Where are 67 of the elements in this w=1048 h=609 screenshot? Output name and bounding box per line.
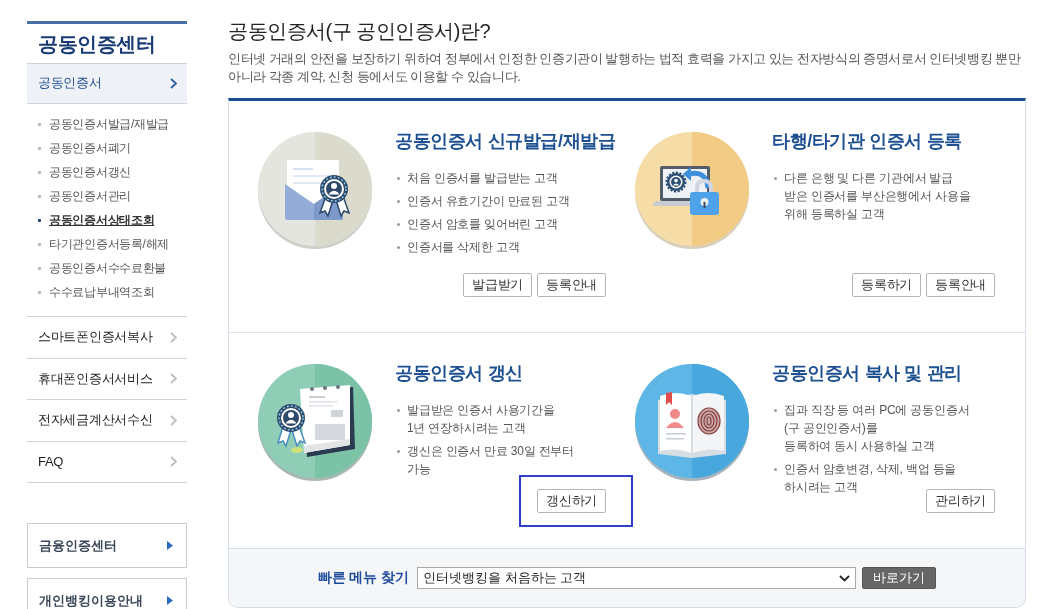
service-description: 갱신은 인증서 만료 30일 전부터 가능	[407, 443, 575, 478]
bullet-icon	[38, 290, 41, 294]
chevron-icon	[170, 77, 177, 89]
quick-menu-label: 빠른 메뉴 찾기	[317, 569, 410, 587]
action-button[interactable]: 등록안내	[926, 273, 995, 297]
open-book-icon	[634, 364, 750, 482]
service-title: 공동인증서 갱신	[395, 362, 523, 385]
chevron-icon	[839, 574, 851, 582]
bullet-icon	[38, 266, 41, 270]
bullet-icon	[774, 177, 777, 180]
go-button[interactable]: 바로가기	[862, 567, 937, 589]
sidebar-submenu-link[interactable]: 공동인증서수수료환불	[27, 259, 166, 277]
service-description: 처음 인증서를 발급받는 고객	[407, 170, 558, 187]
service-description: 인증서 암호를 잊어버린 고객	[407, 216, 558, 233]
action-button[interactable]: 갱신하기	[537, 489, 606, 513]
calendar-badge-icon	[257, 364, 373, 482]
service-title: 공동인증서 복사 및 관리	[772, 362, 962, 385]
shortcut-link[interactable]: 개인뱅킹이용안내	[27, 578, 187, 609]
bullet-icon	[38, 170, 41, 174]
service-description: 인증서를 삭제한 고객	[407, 239, 520, 256]
service-title: 타행/타기관 인증서 등록	[772, 130, 962, 153]
sidebar-submenu-link[interactable]: 공동인증서폐기	[27, 139, 131, 157]
action-button[interactable]: 관리하기	[926, 489, 995, 513]
service-description: 집과 직장 등 여러 PC에 공동인증서 (구 공인인증서)를 등록하여 동시 사용하실 고객	[784, 402, 970, 455]
page-description: 인터넷 거래의 안전을 보장하기 위하여 정부에서 인정한 인증기관이 발행하는 법적 효력을 가지고 있는 전자방식의 증명서로서 인터넷뱅킹 뿐만 아니라 각종 계약, 신청 등에서도 이용할 수 있습니다.	[228, 51, 1022, 86]
laptop-lock-icon	[634, 132, 750, 250]
bullet-icon	[774, 409, 777, 412]
sidebar-menu-item[interactable]: FAQ	[27, 441, 187, 483]
service-description: 인증서 유효기간이 만료된 고객	[407, 193, 570, 210]
bullet-icon	[774, 468, 777, 471]
chevron-icon	[170, 414, 177, 426]
bullet-icon	[38, 122, 41, 126]
bullet-icon	[397, 246, 400, 249]
sidebar-menu-item[interactable]: 공동인증서	[27, 63, 187, 105]
action-button[interactable]: 발급받기	[463, 273, 533, 297]
action-button[interactable]: 등록안내	[537, 273, 606, 297]
sidebar-menu-item[interactable]: 스마트폰인증서복사	[27, 317, 187, 359]
chevron-icon	[170, 331, 177, 343]
bullet-icon	[397, 223, 400, 226]
triangle-icon	[167, 596, 173, 605]
envelope-badge-icon	[257, 132, 373, 250]
service-description: 다른 은행 및 다른 기관에서 발급 받은 인증서를 부산은행에서 사용을 위해 등록하실 고객	[784, 170, 971, 223]
sidebar-submenu-link[interactable]: 수수료납부내역조회	[27, 283, 155, 301]
quick-menu-select[interactable]: 인터넷뱅킹을 처음하는 고객	[417, 567, 857, 589]
sidebar-menu-item[interactable]: 휴대폰인증서서비스	[27, 358, 187, 401]
shortcut-link[interactable]: 금융인증센터	[27, 523, 187, 568]
chevron-icon	[170, 373, 177, 385]
triangle-icon	[167, 541, 173, 550]
sidebar-submenu-link[interactable]: 공동인증서갱신	[27, 163, 131, 181]
bullet-icon	[38, 242, 41, 246]
sidebar-submenu-link[interactable]: 공동인증서상태조회	[27, 211, 155, 229]
chevron-icon	[170, 456, 177, 468]
bullet-icon	[397, 409, 400, 412]
action-button[interactable]: 등록하기	[852, 273, 922, 297]
sidebar-submenu-link[interactable]: 공동인증서발급/재발급	[27, 115, 170, 133]
service-title: 공동인증서 신규발급/재발급	[395, 130, 616, 153]
bullet-icon	[397, 177, 400, 180]
bullet-icon	[38, 146, 41, 150]
sidebar-submenu-link[interactable]: 타기관인증서등록/해제	[27, 235, 170, 253]
page-title: 공동인증서(구 공인인증서)란?	[228, 19, 491, 44]
service-description: 발급받은 인증서 사용기간을 1년 연장하시려는 고객	[407, 402, 555, 437]
bullet-icon	[38, 194, 41, 198]
bullet-icon	[397, 450, 400, 453]
bullet-icon	[38, 218, 41, 222]
sidebar-menu-item[interactable]: 전자세금계산서수신	[27, 400, 187, 442]
bullet-icon	[397, 200, 400, 203]
sidebar-submenu-link[interactable]: 공동인증서관리	[27, 187, 131, 205]
